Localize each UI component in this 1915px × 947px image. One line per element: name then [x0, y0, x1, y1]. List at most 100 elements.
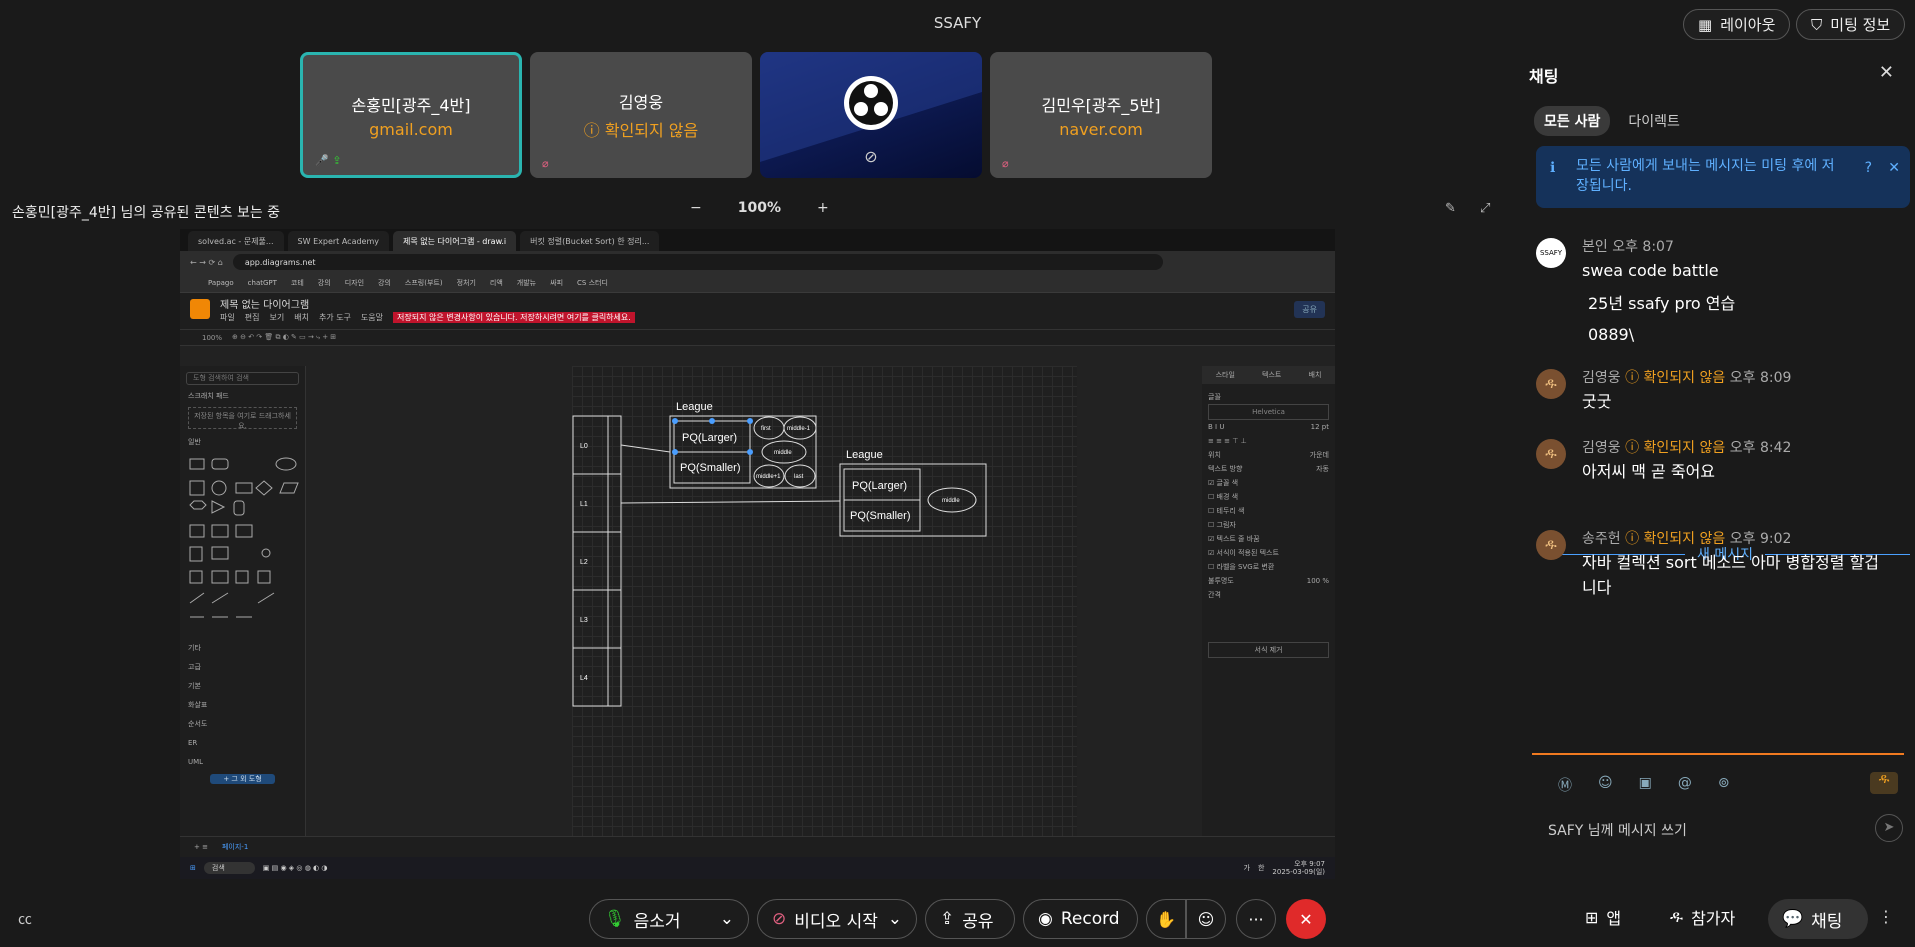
bold-italic-icons[interactable]: B I U	[1208, 420, 1224, 434]
checkbox-row[interactable]: ☐ 배경 색	[1208, 490, 1329, 504]
mute-button[interactable]: 🎙 음소거 ⌄	[589, 899, 749, 939]
bookmark[interactable]: CS 스터디	[577, 278, 608, 288]
bookmark[interactable]: 디자인	[345, 278, 364, 288]
shape-category[interactable]: 순서도	[188, 715, 297, 734]
chat-input[interactable]: SAFY 님께 메시지 쓰기	[1548, 820, 1687, 840]
notice-close-icon[interactable]: ✕	[1888, 158, 1900, 178]
zoom-in-button[interactable]: +	[817, 200, 829, 216]
menu-item[interactable]: 파일	[220, 312, 235, 323]
browser-tab-active[interactable]: 제목 없는 다이어그램 - draw.i	[393, 231, 517, 251]
chevron-down-icon[interactable]: ⌄	[888, 909, 902, 929]
shape-category[interactable]: 고급	[188, 658, 297, 677]
prop-value[interactable]: 100 %	[1307, 574, 1329, 588]
more-button[interactable]: ···	[1236, 899, 1276, 939]
drawio-share-button[interactable]: 공유	[1294, 301, 1325, 318]
shape-search-input[interactable]: 도형 검색하여 검색	[186, 372, 299, 385]
unsaved-warning[interactable]: 저장되지 않은 변경사항이 있습니다. 저장하시려면 여기를 클릭하세요.	[393, 312, 635, 323]
layout-button[interactable]: ▦ 레이아웃	[1683, 9, 1791, 40]
participant-tile[interactable]: 김영웅 ⓘ 확인되지 않음 ⌀	[530, 52, 752, 178]
format-icon[interactable]: Ⓜ	[1558, 775, 1572, 795]
toolbar-icons[interactable]: ⊕ ⊖ ↶ ↷ 🗑 ⧉ ◐ ✎ ▭ → ⤷ + ⊞	[232, 333, 336, 342]
bookmark[interactable]: Papago	[208, 279, 234, 287]
close-icon[interactable]: ✕	[1879, 62, 1894, 83]
captions-icon[interactable]: ㏄	[18, 909, 32, 929]
checkbox-row[interactable]: ☑ 텍스트 줄 바꿈	[1208, 532, 1329, 546]
diagram-svg[interactable]: L0 L1 L2 L3 L4 League League PQ(Larger) …	[572, 366, 1077, 836]
chevron-down-icon[interactable]: ⌄	[720, 909, 734, 929]
taskbar-ime[interactable]: 한	[1258, 863, 1264, 873]
menu-item[interactable]: 추가 도구	[319, 312, 351, 323]
help-icon[interactable]: ?	[1865, 158, 1872, 178]
menu-item[interactable]: 배치	[294, 312, 309, 323]
checkbox-row[interactable]: ☐ 테두리 색	[1208, 504, 1329, 518]
drawio-canvas[interactable]: L0 L1 L2 L3 L4 League League PQ(Larger) …	[572, 366, 1077, 836]
nav-arrows-icon[interactable]: ← → ⟳ ⌂	[190, 258, 223, 267]
taskbar-search[interactable]: 검색	[203, 862, 255, 874]
record-button[interactable]: ◉ Record	[1023, 899, 1138, 939]
drawio-zoom[interactable]: 100%	[202, 334, 222, 342]
video-button[interactable]: ⊘ 비디오 시작 ⌄	[757, 899, 917, 939]
format-tab[interactable]: 배치	[1309, 370, 1322, 380]
checkbox-row[interactable]: ☐ 그림자	[1208, 518, 1329, 532]
page-tab[interactable]: 페이지-1	[222, 842, 248, 852]
browser-tab[interactable]: SW Expert Academy	[287, 231, 389, 251]
shape-grid[interactable]	[186, 455, 306, 635]
format-tab[interactable]: 스타일	[1216, 370, 1235, 380]
bookmark[interactable]: 강의	[378, 278, 391, 288]
prop-value[interactable]: 자동	[1316, 462, 1329, 476]
general-section-label[interactable]: 일반	[188, 437, 297, 447]
send-icon[interactable]: ➤	[1875, 814, 1903, 842]
apps-button[interactable]: ⊞ 앱	[1585, 905, 1621, 929]
bookmark[interactable]: chatGPT	[248, 279, 277, 287]
tab-everyone[interactable]: 모든 사람	[1534, 106, 1611, 136]
windows-start-icon[interactable]: ⊞	[190, 864, 196, 872]
align-icons[interactable]: ≡ ≡ ≡ ⊤ ⊥	[1208, 434, 1329, 448]
browser-tab[interactable]: solved.ac - 문제풀...	[188, 231, 284, 251]
share-button[interactable]: ⇪ 공유	[925, 899, 1015, 939]
browser-tab[interactable]: 버킷 정렬(Bucket Sort) 한 정리...	[520, 231, 660, 251]
leave-button[interactable]: ✕	[1286, 899, 1326, 939]
menu-item[interactable]: 도움말	[361, 312, 383, 323]
mention-icon[interactable]: @	[1678, 775, 1692, 795]
emoji-icon[interactable]: ☺	[1598, 775, 1613, 795]
checkbox-row[interactable]: ☑ 서식이 적용된 텍스트	[1208, 546, 1329, 560]
add-page-icon[interactable]: + ≡	[194, 843, 208, 851]
bookmark[interactable]: 코테	[291, 278, 304, 288]
overflow-icon[interactable]: ⋮	[1878, 907, 1894, 926]
shape-category[interactable]: 화살표	[188, 696, 297, 715]
shape-category[interactable]: 기본	[188, 677, 297, 696]
bookmark[interactable]: 리액	[490, 278, 503, 288]
bookmark[interactable]: 정처기	[457, 278, 476, 288]
shape-category[interactable]: 기타	[188, 639, 297, 658]
tab-direct[interactable]: 다이렉트	[1618, 106, 1690, 136]
bookmark[interactable]: 강의	[318, 278, 331, 288]
taskbar-apps-icon[interactable]: ▣ ▤ ◉ ◈ ◎ ◍ ◐ ◑	[263, 864, 328, 872]
checkbox-row[interactable]: ☑ 글꼴 색	[1208, 476, 1329, 490]
checkbox-row[interactable]: ☐ 라벨을 SVG로 변환	[1208, 560, 1329, 574]
participant-tile-obs[interactable]: ⊘	[760, 52, 982, 178]
zoom-out-button[interactable]: −	[690, 200, 702, 216]
taskbar-lang[interactable]: 가	[1244, 863, 1250, 873]
menu-item[interactable]: 보기	[269, 312, 284, 323]
format-tab[interactable]: 텍스트	[1262, 370, 1281, 380]
reactions-button[interactable]: ☺	[1186, 899, 1226, 939]
chat-button[interactable]: 💬 채팅	[1768, 899, 1868, 939]
address-bar[interactable]: app.diagrams.net	[232, 254, 1163, 270]
scratchpad-label[interactable]: 스크래치 패드	[188, 391, 297, 401]
more-shapes-button[interactable]: + 그 외 도형	[210, 774, 275, 784]
font-size[interactable]: 12 pt	[1311, 420, 1329, 434]
shape-category[interactable]: UML	[188, 753, 297, 772]
bookmark[interactable]: 스프링(부트)	[405, 278, 443, 288]
font-select[interactable]: Helvetica	[1208, 404, 1329, 420]
bookmark[interactable]: 개발뉴	[517, 278, 536, 288]
annotate-icon[interactable]: ✎	[1445, 201, 1456, 216]
participant-tile[interactable]: 김민우[광주_5반] naver.com ⌀	[990, 52, 1212, 178]
recipient-icon[interactable]: ዱ	[1870, 772, 1898, 794]
drawio-title[interactable]: 제목 없는 다이어그램	[220, 296, 309, 311]
shape-category[interactable]: ER	[188, 734, 297, 753]
bookmark[interactable]: 싸피	[550, 278, 563, 288]
fullscreen-icon[interactable]: ⤢	[1480, 201, 1490, 216]
clear-format-button[interactable]: 서식 제거	[1208, 642, 1329, 658]
gif-icon[interactable]: ▣	[1639, 775, 1652, 795]
prop-value[interactable]: 가운데	[1310, 448, 1329, 462]
